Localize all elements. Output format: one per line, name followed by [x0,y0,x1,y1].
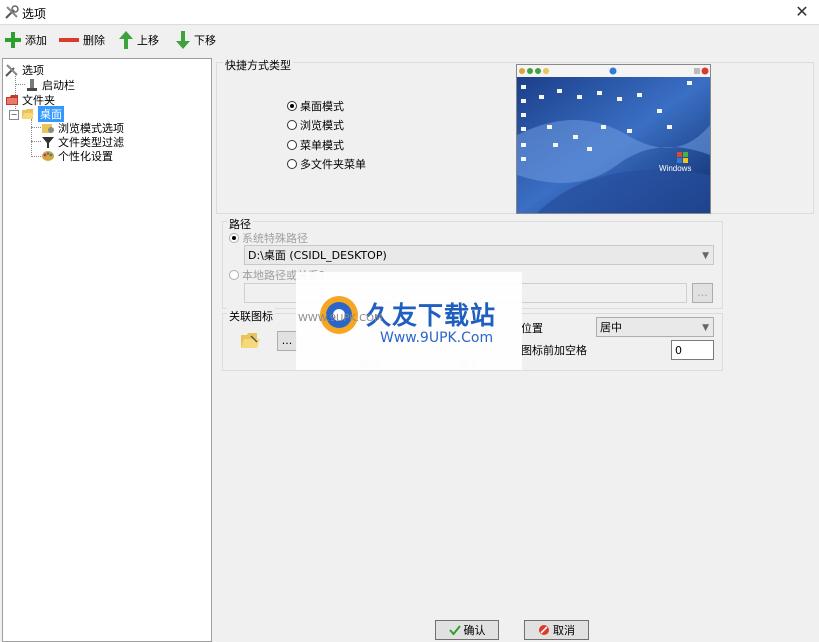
checkmark-icon [448,625,461,636]
arrow-up-icon [119,31,133,49]
radio-label: 系统特殊路径 [242,232,308,245]
group-title: 快捷方式类型 [223,57,293,73]
move-up-button[interactable]: 上移 [118,29,159,51]
browse-settings-icon [42,123,54,133]
close-button[interactable]: ✕ [791,2,813,22]
spacing-input[interactable]: 0 [671,340,714,360]
ok-button[interactable]: 确认 [435,620,499,640]
watermark-overlay: 久友下载站 WWW.9UPK.COM Www.9UPK.Com [296,272,522,370]
radio-label: 多文件夹菜单 [300,158,366,171]
radio-system-path[interactable]: 系统特殊路径 [229,230,308,246]
spacing-label: 图标前加空格 [521,344,587,357]
delete-button[interactable]: 删除 [58,29,105,51]
radio-label: 浏览模式 [300,119,344,132]
watermark-domain: Www.9UPK.Com [380,330,494,346]
system-path-value: D:\桌面 (CSIDL_DESKTOP) [248,249,387,262]
collapse-toggle[interactable]: − [9,110,19,120]
folder-open-icon [22,108,34,119]
arrow-down-icon [176,31,190,49]
tree-item-options[interactable]: 选项 [5,62,44,77]
system-path-select[interactable]: D:\桌面 (CSIDL_DESKTOP) ▼ [244,245,714,265]
move-down-button[interactable]: 下移 [175,29,216,51]
tree-label: 个性化设置 [58,149,113,163]
folder-red-icon [6,94,18,105]
tools-icon [5,63,18,77]
chevron-down-icon: ▼ [702,251,709,261]
options-tree: 选项 启动栏 文件夹 − 桌面 浏览模式选项 文件类型过滤 个性化设置 [2,58,212,642]
preview-brand: Windows [659,164,691,173]
radio-multi-folder-menu[interactable]: 多文件夹菜单 [287,156,366,172]
ok-label: 确认 [463,624,486,637]
tree-item-launchbar[interactable]: 启动栏 [25,77,75,92]
cancel-label: 取消 [553,624,575,637]
launchbar-icon [27,78,37,91]
tree-label: 启动栏 [42,78,75,92]
title-bar: 选项 ✕ [0,0,819,25]
group-title: 关联图标 [227,308,275,324]
plus-icon [5,32,21,48]
minus-icon [59,38,79,42]
filter-icon [42,136,54,148]
tools-icon [5,5,19,19]
watermark-brand: 久友下载站 [366,301,497,330]
move-down-label: 下移 [194,34,216,47]
radio-label: 桌面模式 [300,100,344,113]
tree-label: 选项 [22,63,44,77]
position-value: 居中 [600,321,622,334]
palette-icon [42,150,54,161]
move-up-label: 上移 [137,34,159,47]
position-select[interactable]: 居中 ▼ [596,317,714,337]
folder-open-icon [241,333,260,348]
icon-browse-button[interactable]: ... [277,331,297,351]
radio-label: 菜单模式 [300,139,344,152]
position-label: 位置 [521,322,543,335]
toolbar: 添加 删除 上移 下移 [0,26,819,54]
tree-item-personalize[interactable]: 个性化设置 [41,148,113,163]
delete-label: 删除 [83,34,105,47]
path-browse-button[interactable]: ... [692,283,713,303]
window-title: 选项 [22,7,47,21]
add-button[interactable]: 添加 [4,29,47,51]
cancel-button[interactable]: 取消 [524,620,589,640]
chevron-down-icon: ▼ [702,323,709,333]
cancel-icon [539,625,549,635]
add-label: 添加 [25,34,47,47]
desktop-preview: Windows [516,64,711,214]
radio-browse-mode[interactable]: 浏览模式 [287,117,344,133]
radio-menu-mode[interactable]: 菜单模式 [287,137,344,153]
preview-image: Windows [517,65,710,213]
radio-desktop-mode[interactable]: 桌面模式 [287,98,344,114]
watermark-url: WWW.9UPK.COM [298,313,383,324]
